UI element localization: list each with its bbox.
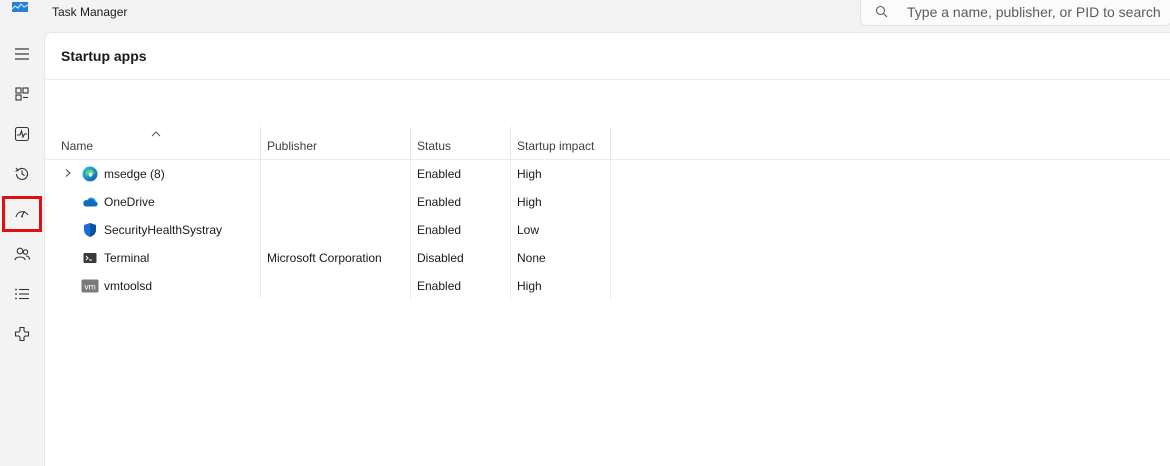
nav-item-details[interactable] bbox=[2, 276, 42, 312]
chevron-right-icon[interactable] bbox=[63, 168, 73, 178]
column-header-startup-impact-label: Startup impact bbox=[517, 139, 595, 153]
nav-item-startup-apps[interactable] bbox=[2, 196, 42, 232]
app-name: Terminal bbox=[104, 251, 150, 265]
onedrive-icon bbox=[83, 197, 98, 207]
nav-item-services[interactable] bbox=[2, 316, 42, 352]
vmware-icon: vm bbox=[81, 279, 99, 293]
svg-text:vm: vm bbox=[84, 282, 95, 292]
app-publisher: Microsoft Corporation bbox=[267, 251, 382, 265]
startup-apps-icon bbox=[15, 210, 29, 218]
app-status: Enabled bbox=[417, 167, 462, 181]
nav-item-performance[interactable] bbox=[2, 116, 42, 152]
left-nav bbox=[0, 32, 44, 466]
table-row[interactable]: OneDrive Enabled High bbox=[45, 188, 1170, 216]
window-title: Task Manager bbox=[52, 5, 128, 19]
app-name: SecurityHealthSystray bbox=[104, 223, 223, 237]
nav-item-users[interactable] bbox=[2, 236, 42, 272]
search-box[interactable] bbox=[860, 0, 1170, 26]
search-input[interactable] bbox=[907, 2, 1167, 22]
nav-item-app-history[interactable] bbox=[2, 156, 42, 192]
column-header-name[interactable]: Name bbox=[55, 127, 261, 159]
page-title: Startup apps bbox=[61, 48, 147, 64]
startup-apps-table: Name Publisher Status Startup impact mse… bbox=[45, 127, 1170, 300]
column-header-startup-impact[interactable]: Startup impact bbox=[511, 127, 611, 159]
processes-icon bbox=[15, 87, 29, 101]
details-icon bbox=[15, 288, 29, 300]
sort-ascending-icon bbox=[151, 131, 161, 137]
app-history-icon bbox=[15, 167, 29, 180]
app-name: OneDrive bbox=[104, 195, 155, 209]
nav-menu-button[interactable] bbox=[2, 36, 42, 72]
column-header-name-label: Name bbox=[61, 139, 94, 153]
performance-icon bbox=[14, 126, 30, 142]
column-header-status-label: Status bbox=[417, 139, 452, 153]
services-icon bbox=[14, 326, 30, 342]
app-status: Enabled bbox=[417, 223, 462, 237]
app-startup-impact: High bbox=[517, 279, 542, 293]
nav-item-processes[interactable] bbox=[2, 76, 42, 112]
app-startup-impact: Low bbox=[517, 223, 540, 237]
main-panel: Startup apps Name Publisher Status Start… bbox=[44, 32, 1170, 466]
hamburger-menu-icon bbox=[15, 48, 29, 60]
app-startup-impact: None bbox=[517, 251, 546, 265]
app-name: vmtoolsd bbox=[104, 279, 153, 293]
edge-icon bbox=[82, 166, 98, 182]
task-manager-logo-icon bbox=[12, 2, 28, 12]
title-bar: Task Manager bbox=[0, 0, 1170, 32]
app-startup-impact: High bbox=[517, 167, 542, 181]
app-status: Disabled bbox=[417, 251, 464, 265]
terminal-icon bbox=[83, 253, 97, 263]
table-row[interactable]: Terminal Microsoft Corporation Disabled … bbox=[45, 244, 1170, 272]
app-name: msedge (8) bbox=[104, 167, 165, 181]
column-header-publisher-label: Publisher bbox=[267, 139, 318, 153]
search-icon bbox=[875, 5, 888, 18]
security-shield-icon bbox=[84, 223, 96, 237]
table-row[interactable]: vm vmtoolsd Enabled High bbox=[45, 272, 1170, 300]
app-status: Enabled bbox=[417, 279, 462, 293]
column-header-status[interactable]: Status bbox=[411, 127, 511, 159]
users-icon bbox=[14, 247, 31, 261]
table-header: Name Publisher Status Startup impact bbox=[45, 127, 1170, 160]
app-status: Enabled bbox=[417, 195, 462, 209]
table-row[interactable]: SecurityHealthSystray Enabled Low bbox=[45, 216, 1170, 244]
page-header: Startup apps bbox=[45, 33, 1170, 80]
column-header-publisher[interactable]: Publisher bbox=[261, 127, 411, 159]
table-row[interactable]: msedge (8) Enabled High bbox=[45, 160, 1170, 188]
app-startup-impact: High bbox=[517, 195, 542, 209]
